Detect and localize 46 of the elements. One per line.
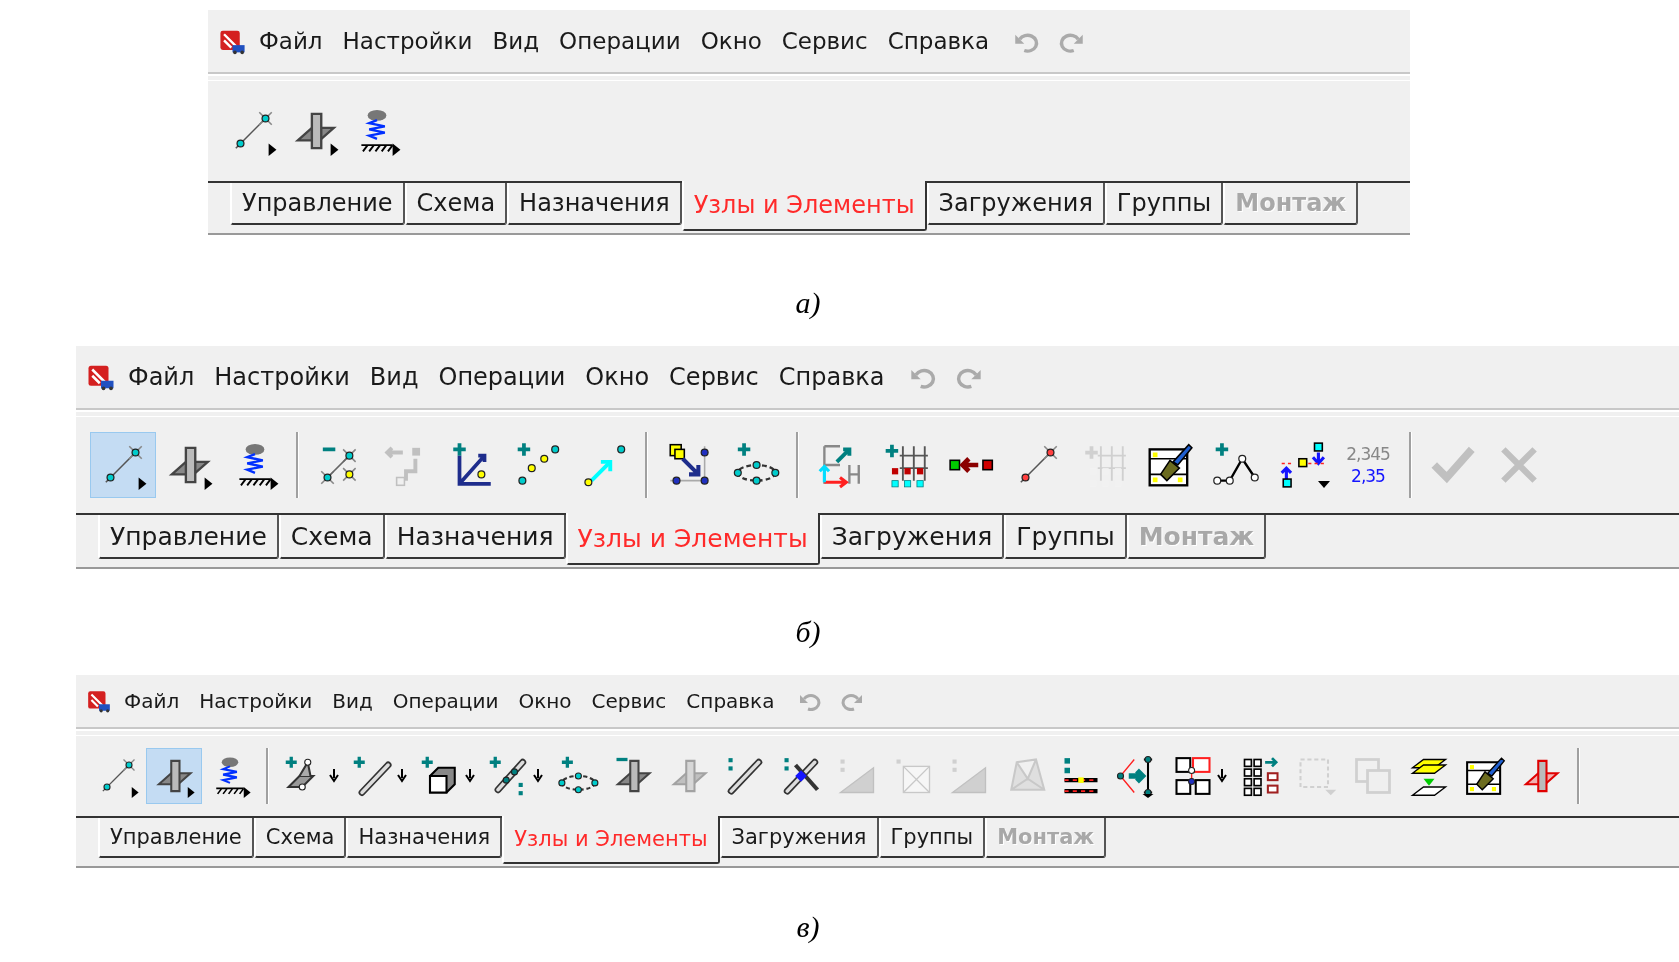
menu-item[interactable]: Настройки: [206, 361, 358, 393]
bar-plus-icon: [351, 754, 395, 798]
tab[interactable]: Назначения: [384, 515, 566, 559]
menu-item[interactable]: Файл: [116, 687, 188, 715]
menu-item[interactable]: Вид: [361, 361, 427, 393]
menu-item[interactable]: Справка: [678, 687, 783, 715]
app-logo-icon: [86, 688, 112, 714]
menu-item[interactable]: Окно: [577, 361, 658, 393]
number-sample: 2,345: [1346, 443, 1390, 465]
rounded-number: 2,35: [1351, 465, 1385, 487]
tab[interactable]: Схема: [253, 818, 347, 858]
figure-caption: а): [795, 286, 821, 319]
menu-item[interactable]: Настройки: [334, 26, 481, 56]
menu-item[interactable]: Вид: [324, 687, 381, 715]
tab[interactable]: Загружения: [819, 515, 1005, 559]
figure-caption: б): [795, 615, 821, 648]
menu-item[interactable]: Окно: [510, 687, 580, 715]
tab[interactable]: Управление: [230, 183, 405, 225]
menu-item[interactable]: Операции: [430, 361, 574, 393]
menu-item[interactable]: Сервис: [773, 26, 876, 56]
tab[interactable]: Схема: [278, 515, 385, 559]
menu-item[interactable]: Файл: [251, 26, 331, 56]
tab[interactable]: Группы: [1104, 183, 1224, 225]
tab[interactable]: Назначения: [346, 818, 503, 858]
tab[interactable]: Загружения: [926, 183, 1105, 225]
menu-item[interactable]: Сервис: [583, 687, 675, 715]
menu-item[interactable]: Сервис: [661, 361, 767, 393]
tab[interactable]: Назначения: [507, 183, 682, 225]
menu-item[interactable]: Окно: [692, 26, 770, 56]
menu-item[interactable]: Операции: [384, 687, 507, 715]
tab[interactable]: Группы: [878, 818, 986, 858]
figure-caption: в): [796, 910, 820, 943]
menu-item[interactable]: Файл: [120, 361, 203, 393]
menu-item[interactable]: Справка: [770, 361, 893, 393]
menu-item[interactable]: Операции: [551, 26, 689, 56]
menu-item[interactable]: Вид: [484, 26, 548, 56]
tab[interactable]: Схема: [404, 183, 508, 225]
tab[interactable]: Группы: [1004, 515, 1127, 559]
menu-item[interactable]: Справка: [879, 26, 998, 56]
tab[interactable]: Загружения: [719, 818, 879, 858]
toolbar-button[interactable]: [146, 748, 202, 804]
tab[interactable]: Управление: [98, 515, 279, 559]
brush-icon: [1463, 754, 1507, 798]
menu-item[interactable]: Настройки: [191, 687, 321, 715]
tab[interactable]: Управление: [98, 818, 254, 858]
toolbar-button[interactable]: 2,345 2,35: [1335, 432, 1401, 498]
